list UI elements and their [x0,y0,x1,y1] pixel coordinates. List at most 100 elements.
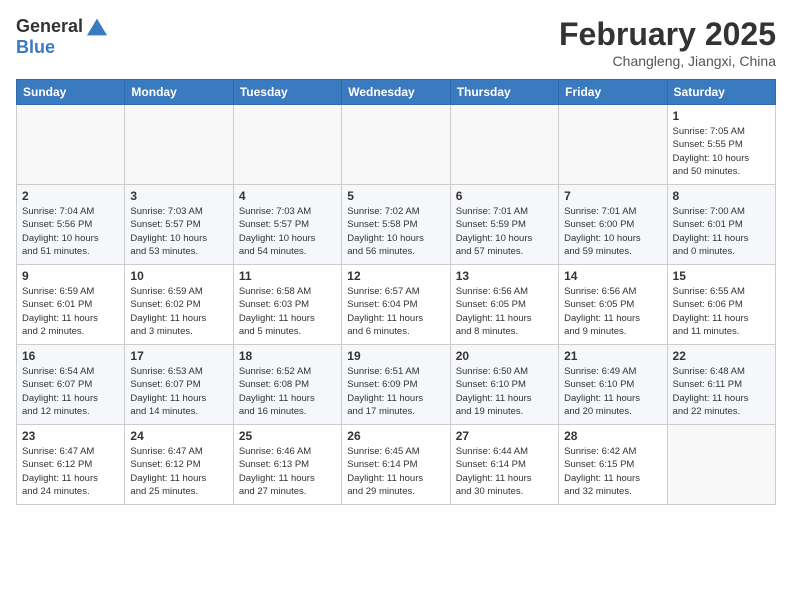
calendar-cell: 25 Sunrise: 6:46 AM Sunset: 6:13 PM Dayli… [233,425,341,505]
day-number: 6 [456,189,553,203]
day-info: Sunrise: 6:42 AM Sunset: 6:15 PM Dayligh… [564,445,661,498]
calendar-week-row: 1 Sunrise: 7:05 AM Sunset: 5:55 PM Daylig… [17,105,776,185]
weekday-header-sunday: Sunday [17,80,125,105]
calendar-cell: 7 Sunrise: 7:01 AM Sunset: 6:00 PM Daylig… [559,185,667,265]
calendar-cell: 18 Sunrise: 6:52 AM Sunset: 6:08 PM Dayli… [233,345,341,425]
day-number: 14 [564,269,661,283]
calendar-cell: 28 Sunrise: 6:42 AM Sunset: 6:15 PM Dayli… [559,425,667,505]
calendar-week-row: 16Sunrise: 6:54 AM Sunset: 6:07 PM Dayli… [17,345,776,425]
calendar-cell [342,105,450,185]
calendar-cell: 15Sunrise: 6:55 AM Sunset: 6:06 PM Dayli… [667,265,775,345]
day-info: Sunrise: 6:50 AM Sunset: 6:10 PM Dayligh… [456,365,553,418]
day-info: Sunrise: 6:45 AM Sunset: 6:14 PM Dayligh… [347,445,444,498]
day-number: 4 [239,189,336,203]
day-info: Sunrise: 6:48 AM Sunset: 6:11 PM Dayligh… [673,365,770,418]
calendar-cell: 1 Sunrise: 7:05 AM Sunset: 5:55 PM Daylig… [667,105,775,185]
day-number: 24 [130,429,227,443]
day-info: Sunrise: 7:01 AM Sunset: 5:59 PM Dayligh… [456,205,553,258]
month-title: February 2025 [559,16,776,53]
calendar-cell [125,105,233,185]
day-info: Sunrise: 6:51 AM Sunset: 6:09 PM Dayligh… [347,365,444,418]
calendar-cell: 24 Sunrise: 6:47 AM Sunset: 6:12 PM Dayli… [125,425,233,505]
day-number: 27 [456,429,553,443]
day-info: Sunrise: 7:05 AM Sunset: 5:55 PM Dayligh… [673,125,770,178]
location-subtitle: Changleng, Jiangxi, China [559,53,776,69]
day-info: Sunrise: 6:56 AM Sunset: 6:05 PM Dayligh… [564,285,661,338]
day-info: Sunrise: 6:46 AM Sunset: 6:13 PM Dayligh… [239,445,336,498]
day-info: Sunrise: 7:00 AM Sunset: 6:01 PM Dayligh… [673,205,770,258]
day-info: Sunrise: 7:03 AM Sunset: 5:57 PM Dayligh… [130,205,227,258]
calendar-cell [450,105,558,185]
calendar-cell: 8 Sunrise: 7:00 AM Sunset: 6:01 PM Daylig… [667,185,775,265]
weekday-header-friday: Friday [559,80,667,105]
day-info: Sunrise: 6:55 AM Sunset: 6:06 PM Dayligh… [673,285,770,338]
day-info: Sunrise: 6:59 AM Sunset: 6:01 PM Dayligh… [22,285,119,338]
calendar-week-row: 2 Sunrise: 7:04 AM Sunset: 5:56 PM Daylig… [17,185,776,265]
day-number: 17 [130,349,227,363]
calendar-cell: 16Sunrise: 6:54 AM Sunset: 6:07 PM Dayli… [17,345,125,425]
calendar-cell [233,105,341,185]
weekday-header-monday: Monday [125,80,233,105]
logo: General Blue [16,16,107,58]
day-number: 3 [130,189,227,203]
day-number: 19 [347,349,444,363]
calendar-cell: 13 Sunrise: 6:56 AM Sunset: 6:05 PM Dayli… [450,265,558,345]
weekday-header-tuesday: Tuesday [233,80,341,105]
calendar-cell: 10Sunrise: 6:59 AM Sunset: 6:02 PM Dayli… [125,265,233,345]
day-info: Sunrise: 6:58 AM Sunset: 6:03 PM Dayligh… [239,285,336,338]
weekday-header-saturday: Saturday [667,80,775,105]
day-number: 2 [22,189,119,203]
day-info: Sunrise: 7:02 AM Sunset: 5:58 PM Dayligh… [347,205,444,258]
day-number: 23 [22,429,119,443]
day-number: 5 [347,189,444,203]
day-info: Sunrise: 6:44 AM Sunset: 6:14 PM Dayligh… [456,445,553,498]
calendar-cell: 3 Sunrise: 7:03 AM Sunset: 5:57 PM Daylig… [125,185,233,265]
day-number: 22 [673,349,770,363]
calendar-cell: 5 Sunrise: 7:02 AM Sunset: 5:58 PM Daylig… [342,185,450,265]
day-info: Sunrise: 7:04 AM Sunset: 5:56 PM Dayligh… [22,205,119,258]
calendar-cell [559,105,667,185]
weekday-header-wednesday: Wednesday [342,80,450,105]
day-number: 1 [673,109,770,123]
calendar-cell [17,105,125,185]
weekday-header-thursday: Thursday [450,80,558,105]
calendar-cell [667,425,775,505]
calendar-cell: 21Sunrise: 6:49 AM Sunset: 6:10 PM Dayli… [559,345,667,425]
day-number: 18 [239,349,336,363]
day-number: 11 [239,269,336,283]
calendar-week-row: 23 Sunrise: 6:47 AM Sunset: 6:12 PM Dayli… [17,425,776,505]
calendar-cell: 14 Sunrise: 6:56 AM Sunset: 6:05 PM Dayli… [559,265,667,345]
calendar-cell: 17 Sunrise: 6:53 AM Sunset: 6:07 PM Dayli… [125,345,233,425]
day-number: 25 [239,429,336,443]
day-number: 7 [564,189,661,203]
day-number: 13 [456,269,553,283]
day-number: 12 [347,269,444,283]
day-info: Sunrise: 6:47 AM Sunset: 6:12 PM Dayligh… [130,445,227,498]
day-number: 8 [673,189,770,203]
day-info: Sunrise: 7:01 AM Sunset: 6:00 PM Dayligh… [564,205,661,258]
day-info: Sunrise: 6:53 AM Sunset: 6:07 PM Dayligh… [130,365,227,418]
day-info: Sunrise: 6:47 AM Sunset: 6:12 PM Dayligh… [22,445,119,498]
day-info: Sunrise: 6:59 AM Sunset: 6:02 PM Dayligh… [130,285,227,338]
calendar-cell: 4 Sunrise: 7:03 AM Sunset: 5:57 PM Daylig… [233,185,341,265]
day-info: Sunrise: 6:56 AM Sunset: 6:05 PM Dayligh… [456,285,553,338]
calendar-cell: 9 Sunrise: 6:59 AM Sunset: 6:01 PM Daylig… [17,265,125,345]
page-header: General Blue February 2025 Changleng, Ji… [16,16,776,69]
weekday-header-row: SundayMondayTuesdayWednesdayThursdayFrid… [17,80,776,105]
calendar-cell: 23 Sunrise: 6:47 AM Sunset: 6:12 PM Dayli… [17,425,125,505]
day-number: 9 [22,269,119,283]
calendar-cell: 11 Sunrise: 6:58 AM Sunset: 6:03 PM Dayli… [233,265,341,345]
calendar-week-row: 9 Sunrise: 6:59 AM Sunset: 6:01 PM Daylig… [17,265,776,345]
calendar-cell: 2 Sunrise: 7:04 AM Sunset: 5:56 PM Daylig… [17,185,125,265]
day-number: 20 [456,349,553,363]
day-info: Sunrise: 6:57 AM Sunset: 6:04 PM Dayligh… [347,285,444,338]
day-number: 26 [347,429,444,443]
day-number: 16 [22,349,119,363]
day-info: Sunrise: 6:52 AM Sunset: 6:08 PM Dayligh… [239,365,336,418]
calendar-cell: 12 Sunrise: 6:57 AM Sunset: 6:04 PM Dayli… [342,265,450,345]
day-number: 28 [564,429,661,443]
logo-icon [87,17,107,37]
logo-general-text: General [16,16,83,37]
day-info: Sunrise: 7:03 AM Sunset: 5:57 PM Dayligh… [239,205,336,258]
day-info: Sunrise: 6:49 AM Sunset: 6:10 PM Dayligh… [564,365,661,418]
